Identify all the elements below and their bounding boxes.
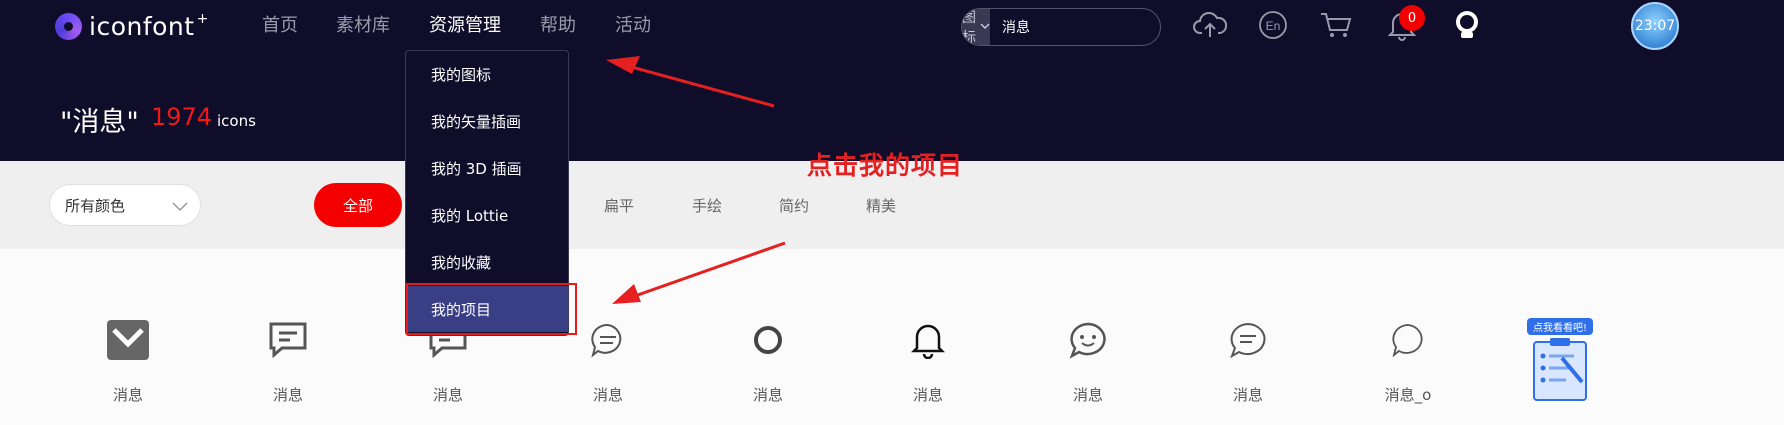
envelope-icon	[88, 312, 168, 368]
filter-simple-tab[interactable]: 简约	[779, 195, 809, 216]
chevron-down-icon	[172, 198, 188, 216]
nav-activity[interactable]: 活动	[615, 14, 651, 38]
icon-card[interactable]: 消息	[88, 312, 168, 405]
menu-item-my-favorites[interactable]: 我的收藏	[406, 239, 568, 285]
result-unit: icons	[217, 112, 256, 130]
result-count: 1974	[151, 103, 213, 131]
cart-button[interactable]	[1319, 10, 1353, 44]
ring-icon	[728, 312, 808, 368]
icon-label: 消息	[432, 386, 463, 404]
cloud-upload-icon	[1193, 10, 1228, 44]
icon-label: 消息_o	[1384, 386, 1432, 404]
icon-card[interactable]: 消息	[1208, 312, 1288, 405]
notification-count-badge: 0	[1399, 5, 1425, 31]
main-nav: 首页 素材库 资源管理 帮助 活动	[262, 14, 690, 38]
search-type-select[interactable]: 图标	[962, 9, 990, 45]
icon-card[interactable]: 消息	[1048, 312, 1128, 405]
icon-label: 消息	[112, 386, 143, 404]
mascot-icon	[1453, 9, 1481, 45]
promo-widget[interactable]: 点我看看吧!	[1522, 318, 1594, 404]
result-title: "消息"	[60, 107, 139, 138]
chat-bubble-lines-icon	[1208, 312, 1288, 368]
color-filter-select[interactable]: 所有颜色	[49, 184, 201, 226]
icon-card[interactable]: 消息	[568, 312, 648, 405]
icon-label: 消息	[1232, 386, 1263, 404]
promo-label: 点我看看吧!	[1527, 318, 1593, 335]
search-type-label: 图标	[962, 10, 976, 46]
icon-label: 消息	[1072, 386, 1103, 404]
icon-label: 消息	[752, 386, 783, 404]
annotation-highlight-box	[406, 283, 577, 335]
icon-label: 消息	[912, 386, 943, 404]
chat-square-icon	[248, 312, 328, 368]
color-filter-label: 所有颜色	[65, 196, 126, 215]
icon-card[interactable]: 消息_o	[1368, 312, 1448, 405]
arrow-to-my-projects	[612, 241, 786, 304]
clipboard-icon	[1533, 338, 1587, 401]
annotation-instruction: 点击我的项目	[807, 151, 964, 180]
search-box: 图标	[961, 8, 1161, 46]
iconfont-logo[interactable]: iconfont +	[55, 10, 209, 41]
shopping-cart-icon	[1319, 10, 1353, 44]
chevron-down-icon	[980, 22, 990, 33]
top-header: iconfont + 首页 素材库 资源管理 帮助 活动 图标 En	[0, 0, 1784, 161]
icon-label: 消息	[272, 386, 303, 404]
search-input[interactable]	[990, 9, 1160, 45]
filter-fine-tab[interactable]: 精美	[866, 195, 896, 216]
avatar-time-text: 23:07	[1634, 18, 1676, 34]
language-button[interactable]: En	[1256, 10, 1290, 44]
upload-button[interactable]	[1193, 10, 1228, 44]
icon-card[interactable]: 消息	[248, 312, 328, 405]
svg-text:En: En	[1266, 19, 1281, 33]
nav-resource-management[interactable]: 资源管理	[429, 14, 501, 38]
smile-bubble-icon	[1048, 312, 1128, 368]
chat-bubble-outline-icon	[1368, 312, 1448, 368]
logo-plus: +	[196, 10, 209, 27]
english-lang-icon: En	[1258, 10, 1288, 44]
menu-item-my-icons[interactable]: 我的图标	[406, 51, 568, 97]
icon-card[interactable]: 消息	[888, 312, 968, 405]
menu-item-my-3d-illustrations[interactable]: 我的 3D 插画	[406, 145, 568, 191]
user-avatar[interactable]: 23:07	[1631, 2, 1679, 50]
bell-icon	[888, 312, 968, 368]
filter-handdrawn-tab[interactable]: 手绘	[692, 195, 722, 216]
filter-flat-tab[interactable]: 扁平	[604, 195, 634, 216]
menu-item-my-vector-illustrations[interactable]: 我的矢量插画	[406, 98, 568, 144]
nav-help[interactable]: 帮助	[540, 14, 576, 38]
menu-item-my-lottie[interactable]: 我的 Lottie	[406, 192, 568, 238]
icon-card[interactable]: 消息	[728, 312, 808, 405]
filter-all-button[interactable]: 全部	[314, 183, 402, 227]
mascot-button[interactable]	[1450, 10, 1484, 44]
icon-label: 消息	[592, 386, 623, 404]
logo-text: iconfont	[89, 12, 195, 41]
logo-mark-icon	[55, 13, 82, 40]
nav-home[interactable]: 首页	[262, 14, 298, 38]
nav-library[interactable]: 素材库	[336, 14, 390, 38]
chat-bubble-lines-icon	[568, 312, 648, 368]
